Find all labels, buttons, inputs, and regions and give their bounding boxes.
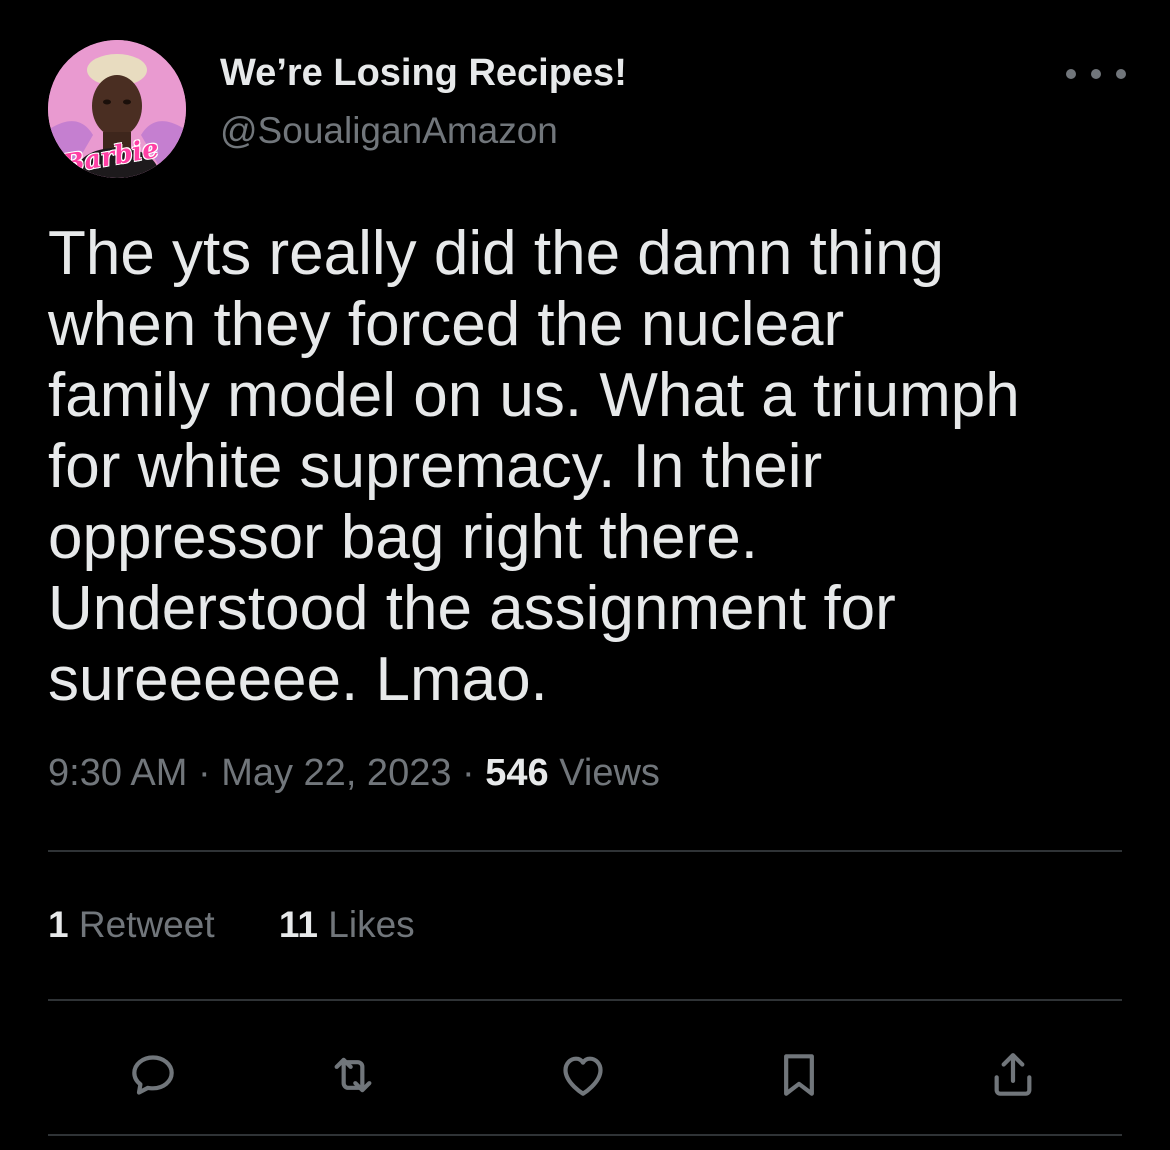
meta-separator: · xyxy=(462,752,475,794)
likes-count: 11 xyxy=(278,904,318,945)
more-dot-icon xyxy=(1066,69,1076,79)
retweets-label: Retweet xyxy=(78,904,215,945)
action-bar xyxy=(0,1040,1170,1110)
tweet-detail: Barbie We’re Losing Recipes! @SoualiganA… xyxy=(0,0,1170,1150)
retweets-count: 1 xyxy=(48,904,69,945)
divider xyxy=(48,850,1122,852)
like-icon xyxy=(563,1056,603,1096)
retweets-stat[interactable]: 1 Retweet xyxy=(48,904,225,945)
meta-separator: · xyxy=(197,752,211,794)
bookmark-icon xyxy=(784,1054,814,1096)
avatar[interactable]: Barbie xyxy=(48,40,186,178)
more-dot-icon xyxy=(1116,69,1126,79)
retweet-button[interactable] xyxy=(318,1040,388,1110)
author-handle[interactable]: @SoualiganAmazon xyxy=(220,110,558,152)
author-display-name[interactable]: We’re Losing Recipes! xyxy=(220,52,627,95)
reply-icon xyxy=(132,1055,174,1095)
tweet-meta: 9:30 AM · May 22, 2023 · 546 Views xyxy=(48,752,660,795)
share-button[interactable] xyxy=(978,1040,1048,1110)
bookmark-button[interactable] xyxy=(764,1040,834,1110)
like-button[interactable] xyxy=(548,1040,618,1110)
more-options-button[interactable] xyxy=(1066,56,1126,92)
views-label: Views xyxy=(559,752,660,794)
likes-label: Likes xyxy=(328,904,415,945)
likes-stat[interactable]: 11 Likes xyxy=(279,904,415,945)
divider xyxy=(48,999,1122,1001)
tweet-text: The yts really did the damn thing when t… xyxy=(48,219,1020,714)
tweet-time[interactable]: 9:30 AM xyxy=(48,752,187,794)
reply-button[interactable] xyxy=(118,1040,188,1110)
views-count: 546 xyxy=(485,752,549,794)
share-icon xyxy=(994,1053,1032,1096)
divider xyxy=(48,1134,1122,1136)
tweet-date[interactable]: May 22, 2023 xyxy=(221,752,451,794)
retweet-icon xyxy=(334,1057,372,1093)
more-dot-icon xyxy=(1091,69,1101,79)
engagement-stats: 1 Retweet 11 Likes xyxy=(48,904,469,946)
